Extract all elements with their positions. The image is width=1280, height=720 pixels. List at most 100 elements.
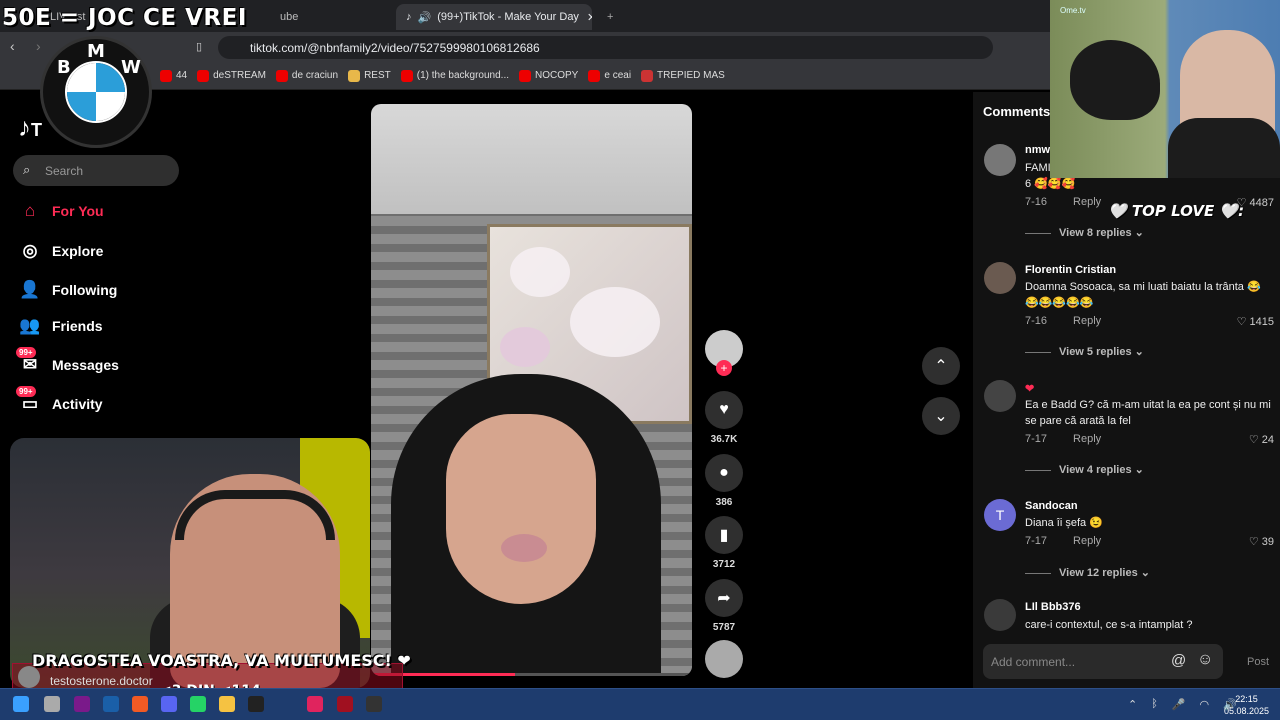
comment-like-button[interactable]: ♡ 1415 (1237, 315, 1274, 328)
avatar[interactable] (984, 599, 1016, 631)
bookmark-item[interactable]: de craciun (275, 69, 338, 82)
corner-label: Ome.tv (1060, 6, 1086, 15)
crow-image (1070, 40, 1160, 120)
video-player[interactable] (371, 104, 692, 676)
microphone-icon[interactable]: 🎤 (1172, 698, 1186, 711)
clock[interactable]: 22:15 05.08.2025 (1224, 693, 1269, 717)
notification-badge: 99+ (16, 347, 36, 358)
emoji-icon[interactable]: ☺ (1197, 651, 1213, 669)
avatar[interactable] (984, 262, 1016, 294)
tab-tiktok[interactable]: ♪ 🔊 (99+)TikTok - Make Your Day ✕ (396, 4, 592, 30)
comment-date: 7-16 (1025, 315, 1048, 327)
discord-icon[interactable] (161, 696, 177, 712)
nav-explore[interactable]: ◎ Explore (20, 241, 104, 261)
avatar[interactable]: T (984, 499, 1016, 531)
view-replies-button[interactable]: View 4 replies ⌄ (1025, 463, 1144, 476)
speaker-icon[interactable]: 🔊 (418, 11, 432, 24)
video-progress-bar[interactable] (371, 673, 692, 676)
comment-like-button[interactable]: ♡ 39 (1249, 535, 1274, 548)
mention-icon[interactable]: @ (1171, 652, 1186, 669)
comment-button[interactable]: ● 386 (705, 454, 743, 508)
bookmark-item[interactable]: NOCOPY (519, 69, 578, 82)
messages-icon: ✉ 99+ (16, 347, 40, 375)
share-count: 5787 (712, 622, 736, 633)
reply-button[interactable]: Reply (1073, 196, 1101, 208)
tiktok-app-icon[interactable] (307, 696, 323, 712)
add-comment-input[interactable]: Add comment... @ ☺ (983, 644, 1223, 679)
comment-user[interactable]: Sandocan (1025, 500, 1078, 512)
bookmark-item[interactable]: (1) the background... (400, 69, 509, 82)
top-love-label: 🤍 TOP LOVE 🤍: (1108, 202, 1245, 220)
windows-taskbar: ⌃ ᛒ 🎤 ◠ 🔊 22:15 05.08.2025 (0, 688, 1280, 720)
nav-friends[interactable]: 👥 Friends (19, 316, 102, 336)
bookmark-icon[interactable]: ▯ (196, 40, 202, 53)
comment-count: 386 (715, 497, 733, 508)
comment-text: Ea e Badd G? că m-am uitat la ea pe cont… (1025, 399, 1271, 427)
nav-activity[interactable]: ▭ 99+ Activity (16, 386, 103, 414)
nav-messages[interactable]: ✉ 99+ Messages (16, 347, 119, 375)
previous-video-button[interactable]: ⌃ (922, 347, 960, 385)
comment-like-button[interactable]: ♡ 24 (1249, 433, 1274, 446)
reply-button[interactable]: Reply (1073, 535, 1101, 547)
new-tab-icon[interactable]: + (597, 4, 617, 30)
brave-icon[interactable] (132, 696, 148, 712)
creator-avatar[interactable]: + (705, 330, 743, 376)
comment-user[interactable]: ❤ (1025, 382, 1034, 395)
back-icon[interactable]: ‹ (10, 38, 15, 54)
stream-title: 50E = JOC CE VREI (2, 5, 247, 31)
avatar[interactable] (984, 380, 1016, 412)
bookmark-item[interactable]: deSTREAM (197, 69, 266, 82)
whatsapp-icon[interactable] (190, 696, 206, 712)
tab-label: (99+)TikTok - Make Your Day (437, 11, 579, 23)
bookmark-folder[interactable]: REST (348, 69, 391, 82)
tab-youtube[interactable]: ube (270, 4, 330, 30)
bookmarks-bar: 44 deSTREAM de craciun REST (1) the back… (0, 62, 1050, 90)
bookmark-item[interactable]: 44 (160, 69, 187, 82)
explorer-icon[interactable] (219, 696, 235, 712)
save-button[interactable]: ▮ 3712 (705, 516, 743, 570)
tiktok-logo[interactable]: ♪T (18, 112, 42, 143)
tiktok-favicon-icon: ♪ (406, 11, 412, 23)
search-input[interactable]: ⌕ Search (13, 155, 179, 186)
bookmark-item[interactable]: TREPIED MAS (641, 69, 725, 82)
music-disc[interactable] (705, 640, 743, 678)
follow-plus-icon[interactable]: + (716, 360, 732, 376)
bookmark-icon: ▮ (705, 516, 743, 554)
avatar[interactable] (984, 144, 1016, 176)
photoshop-icon[interactable] (103, 696, 119, 712)
heart-outline-icon: ♡ (1236, 316, 1247, 328)
post-button[interactable]: Post (1247, 656, 1269, 668)
chevron-up-icon[interactable]: ⌃ (1128, 698, 1137, 711)
obs-icon[interactable] (366, 696, 382, 712)
thanks-banner: DRAGOSTEA VOASTRA, VA MULTUMESC! ❤ (32, 651, 411, 670)
taskview-icon[interactable] (44, 696, 60, 712)
reply-button[interactable]: Reply (1073, 315, 1101, 327)
view-replies-button[interactable]: View 12 replies ⌄ (1025, 566, 1150, 579)
like-button[interactable]: ♥ 36.7K (705, 391, 743, 445)
comment-user[interactable]: LIl Bbb376 (1025, 601, 1081, 613)
chevron-down-icon: ⌄ (934, 408, 948, 425)
view-replies-button[interactable]: View 8 replies ⌄ (1025, 226, 1144, 239)
comment-text: care-i contextul, ce s-a intamplat ? (1025, 619, 1193, 631)
next-video-button[interactable]: ⌄ (922, 397, 960, 435)
app-icon[interactable] (337, 696, 353, 712)
share-button[interactable]: ➦ 5787 (705, 579, 743, 633)
comment-user[interactable]: Florentin Cristian (1025, 264, 1116, 276)
view-replies-button[interactable]: View 5 replies ⌄ (1025, 345, 1144, 358)
nav-for-you[interactable]: ⌂ For You (20, 201, 104, 221)
bluetooth-icon[interactable]: ᛒ (1151, 698, 1158, 711)
url-field[interactable]: tiktok.com/@nbnfamily2/video/75275999801… (218, 36, 993, 59)
close-tab-icon[interactable]: ✕ (579, 11, 592, 24)
forward-icon[interactable]: › (36, 38, 41, 54)
comments-title: Comments (983, 104, 1051, 119)
comment-user[interactable]: nmw (1025, 144, 1050, 156)
wifi-icon[interactable]: ◠ (1200, 698, 1210, 711)
logo-letter: M (87, 41, 105, 62)
bookmark-item[interactable]: e ceai (588, 69, 631, 82)
nav-following[interactable]: 👤 Following (19, 280, 117, 300)
premiere-icon[interactable] (74, 696, 90, 712)
share-icon: ➦ (705, 579, 743, 617)
steam-icon[interactable] (248, 696, 264, 712)
reply-button[interactable]: Reply (1073, 433, 1101, 445)
start-icon[interactable] (13, 696, 29, 712)
